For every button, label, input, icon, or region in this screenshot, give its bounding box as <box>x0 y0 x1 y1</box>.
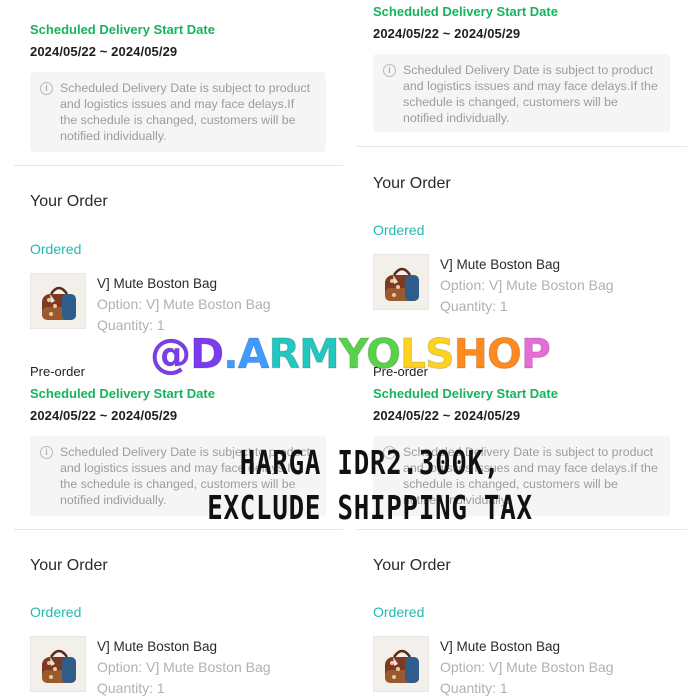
watermark-letter: M <box>299 330 341 379</box>
product-option: Option: V] Mute Boston Bag <box>97 296 271 312</box>
product-thumbnail[interactable] <box>373 254 429 310</box>
product-name[interactable]: V] Mute Boston Bag <box>440 257 560 272</box>
shipping-note: EXCLUDE SHIPPING TAX <box>207 488 533 527</box>
product-name[interactable]: V] Mute Boston Bag <box>97 639 217 654</box>
watermark-letter: H <box>453 330 488 379</box>
watermark-letter: O <box>366 330 402 379</box>
divider <box>357 146 687 147</box>
product-name[interactable]: V] Mute Boston Bag <box>440 639 560 654</box>
delivery-start-title: Scheduled Delivery Start Date <box>30 386 215 401</box>
product-quantity: Quantity: 1 <box>440 680 508 696</box>
info-icon: i <box>383 64 396 77</box>
price-caption: HARGA IDR2.300K, EXCLUDE SHIPPING TAX <box>81 440 658 530</box>
product-option: Option: V] Mute Boston Bag <box>440 277 614 293</box>
product-quantity: Quantity: 1 <box>97 680 165 696</box>
watermark-letter: R <box>268 330 301 379</box>
shop-watermark: @D.ARMYOLSHOP <box>0 330 700 379</box>
product-thumbnail[interactable] <box>373 636 429 692</box>
notice-text: Scheduled Delivery Date is subject to pr… <box>403 63 658 125</box>
product-thumbnail[interactable] <box>30 636 86 692</box>
watermark-letter: Y <box>338 330 367 379</box>
delivery-dates: 2024/05/22 ~ 2024/05/29 <box>373 26 521 41</box>
watermark-letter: S <box>425 330 455 379</box>
product-quantity: Quantity: 1 <box>440 298 508 314</box>
order-status: Ordered <box>30 241 82 257</box>
watermark-letter: L <box>399 330 426 379</box>
divider <box>14 165 343 166</box>
product-name[interactable]: V] Mute Boston Bag <box>97 276 217 291</box>
watermark-letter: D <box>190 330 225 379</box>
watermark-letter: A <box>237 330 270 379</box>
delivery-start-title: Scheduled Delivery Start Date <box>373 386 558 401</box>
delivery-start-title: Scheduled Delivery Start Date <box>373 4 558 19</box>
delivery-dates: 2024/05/22 ~ 2024/05/29 <box>30 408 178 423</box>
boston-bag-thumbnail <box>42 286 76 320</box>
watermark-letter: @ <box>150 330 192 379</box>
delivery-notice: i Scheduled Delivery Date is subject to … <box>30 72 326 152</box>
price-line: HARGA IDR2.300K, <box>239 443 501 482</box>
delivery-dates: 2024/05/22 ~ 2024/05/29 <box>373 408 521 423</box>
delivery-start-title: Scheduled Delivery Start Date <box>30 22 215 37</box>
boston-bag-thumbnail <box>385 267 419 301</box>
order-status: Ordered <box>373 222 425 238</box>
your-order-heading: Your Order <box>30 193 108 210</box>
info-icon: i <box>40 446 53 459</box>
info-icon: i <box>40 82 53 95</box>
your-order-heading: Your Order <box>373 557 451 574</box>
delivery-dates: 2024/05/22 ~ 2024/05/29 <box>30 44 178 59</box>
watermark-letter: . <box>223 330 240 379</box>
notice-text: Scheduled Delivery Date is subject to pr… <box>60 81 311 143</box>
your-order-heading: Your Order <box>30 557 108 574</box>
watermark-letter: O <box>486 330 522 379</box>
watermark-letter: P <box>520 330 551 379</box>
product-option: Option: V] Mute Boston Bag <box>440 659 614 675</box>
your-order-heading: Your Order <box>373 175 451 192</box>
boston-bag-thumbnail <box>42 649 76 683</box>
boston-bag-thumbnail <box>385 649 419 683</box>
product-thumbnail[interactable] <box>30 273 86 329</box>
order-status: Ordered <box>30 604 82 620</box>
delivery-notice: i Scheduled Delivery Date is subject to … <box>373 54 670 132</box>
product-option: Option: V] Mute Boston Bag <box>97 659 271 675</box>
order-status: Ordered <box>373 604 425 620</box>
